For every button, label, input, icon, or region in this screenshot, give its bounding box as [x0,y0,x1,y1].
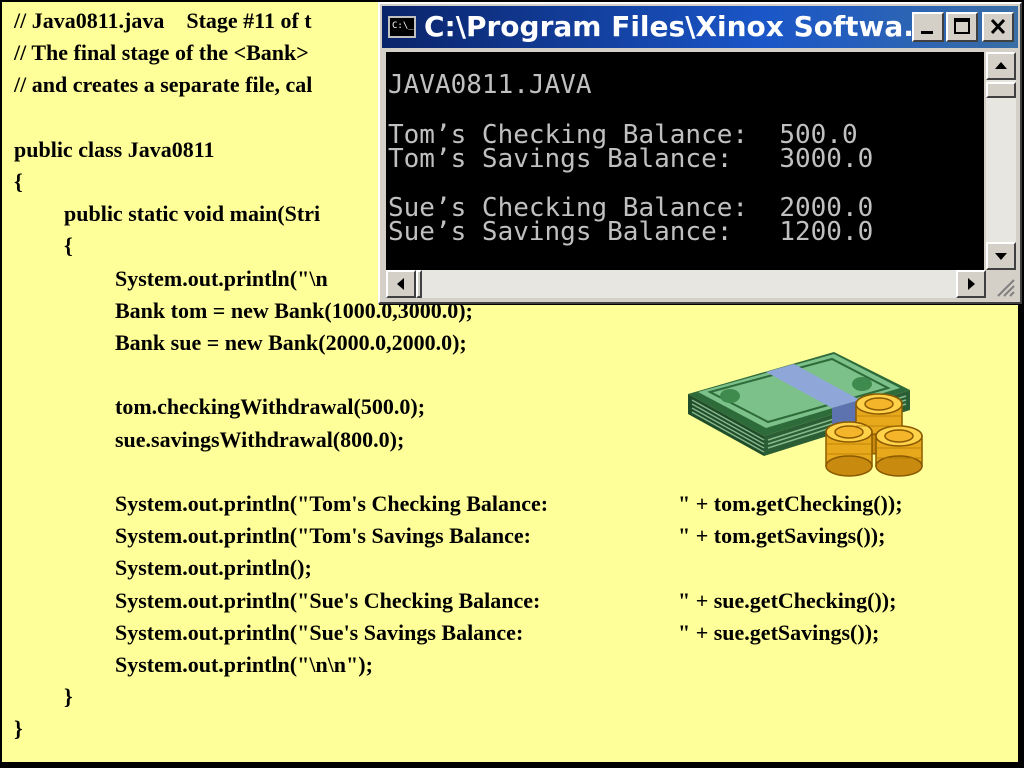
console-output[interactable]: JAVA0811.JAVA Tom’s Checking Balance: 500… [386,52,984,270]
code-line: public static void main(Stri [64,201,320,227]
code-line: System.out.println("\n [115,266,328,292]
code-text: System.out.println("\n [115,265,328,291]
code-line: } [14,716,23,742]
code-text: // Java0811.java Stage #11 of t [14,8,312,33]
code-text: System.out.println("Tom's Savings Balanc… [115,523,532,549]
code-line: // and creates a separate file, cal [14,72,312,98]
code-line: public class Java0811 [14,137,214,163]
maximize-button[interactable] [946,12,978,42]
maximize-icon [954,18,970,34]
vertical-scroll-thumb[interactable] [986,82,1016,98]
code-text: sue.savingsWithdrawal(800.0); [115,426,405,452]
console-window[interactable]: C:\_ C:\Program Files\Xinox Softwa... JA… [378,2,1022,304]
code-line: System.out.println("\n\n"); [115,652,373,678]
code-text: } [14,716,23,742]
code-line: System.out.println(); [115,555,312,581]
code-text: // The final stage of the <Bank> [14,40,309,66]
arrow-down-icon [995,253,1007,260]
console-output-line: JAVA0811.JAVA [388,70,592,100]
code-text: System.out.println("Sue's Savings Balanc… [115,619,524,645]
code-text-tail: " + sue.getSavings()); [678,619,880,645]
code-line: { [64,233,73,259]
code-text: } [64,684,73,710]
code-text: public static void main(Stri [64,201,321,227]
scroll-up-button[interactable] [986,52,1016,80]
code-text-tail: " + sue.getChecking()); [678,587,897,613]
code-line: tom.checkingWithdrawal(500.0); [115,394,425,420]
scroll-right-button[interactable] [956,270,986,298]
code-line: Bank sue = new Bank(2000.0,2000.0); [115,330,467,356]
window-title: C:\Program Files\Xinox Softwa... [424,10,936,43]
money-clipart [688,352,923,477]
code-text: Bank sue = new Bank(2000.0,2000.0); [115,330,467,355]
arrow-right-icon [968,278,975,290]
console-icon[interactable]: C:\_ [388,16,416,38]
code-text: public class Java0811 [14,136,215,162]
arrow-left-icon [397,278,404,290]
code-text: System.out.println("Tom's Checking Balan… [115,491,549,516]
code-text: { [14,169,23,194]
code-line: sue.savingsWithdrawal(800.0); [115,427,404,453]
code-text: System.out.println(); [115,555,312,581]
close-icon [990,18,1006,35]
code-line: System.out.println("Sue's Savings Balanc… [115,619,879,646]
vertical-scrollbar[interactable] [986,52,1016,270]
arrow-up-icon [995,62,1007,69]
code-text: System.out.println("\n\n"); [115,652,373,677]
code-text: System.out.println("Sue's Checking Balan… [115,587,541,613]
code-line: System.out.println("Tom's Savings Balanc… [115,523,885,549]
code-line: // Java0811.java Stage #11 of t [14,8,312,34]
close-button[interactable] [982,12,1014,42]
horizontal-scrollbar[interactable] [386,270,986,298]
scroll-down-button[interactable] [986,242,1016,270]
minimize-icon [921,31,933,34]
resize-grip-icon [997,279,1015,297]
code-text: tom.checkingWithdrawal(500.0); [115,394,426,420]
code-line: System.out.println("Sue's Checking Balan… [115,587,896,614]
code-text-tail: " + tom.getChecking()); [678,491,903,516]
code-line: // The final stage of the <Bank> [14,40,309,66]
code-text: { [64,233,73,259]
code-text-tail: " + tom.getSavings()); [678,523,886,549]
minimize-button[interactable] [912,12,944,42]
console-output-line: Tom’s Savings Balance: 3000.0 [388,144,874,174]
console-output-line: Sue’s Savings Balance: 1200.0 [388,217,874,247]
code-text: // and creates a separate file, cal [14,72,313,98]
code-line: } [64,684,73,710]
scroll-left-button[interactable] [386,270,416,298]
code-line: { [14,169,23,195]
horizontal-scroll-thumb[interactable] [416,270,422,298]
resize-grip[interactable] [988,272,1016,298]
code-line: System.out.println("Tom's Checking Balan… [115,491,903,517]
title-bar[interactable]: C:\_ C:\Program Files\Xinox Softwa... [382,6,1018,48]
